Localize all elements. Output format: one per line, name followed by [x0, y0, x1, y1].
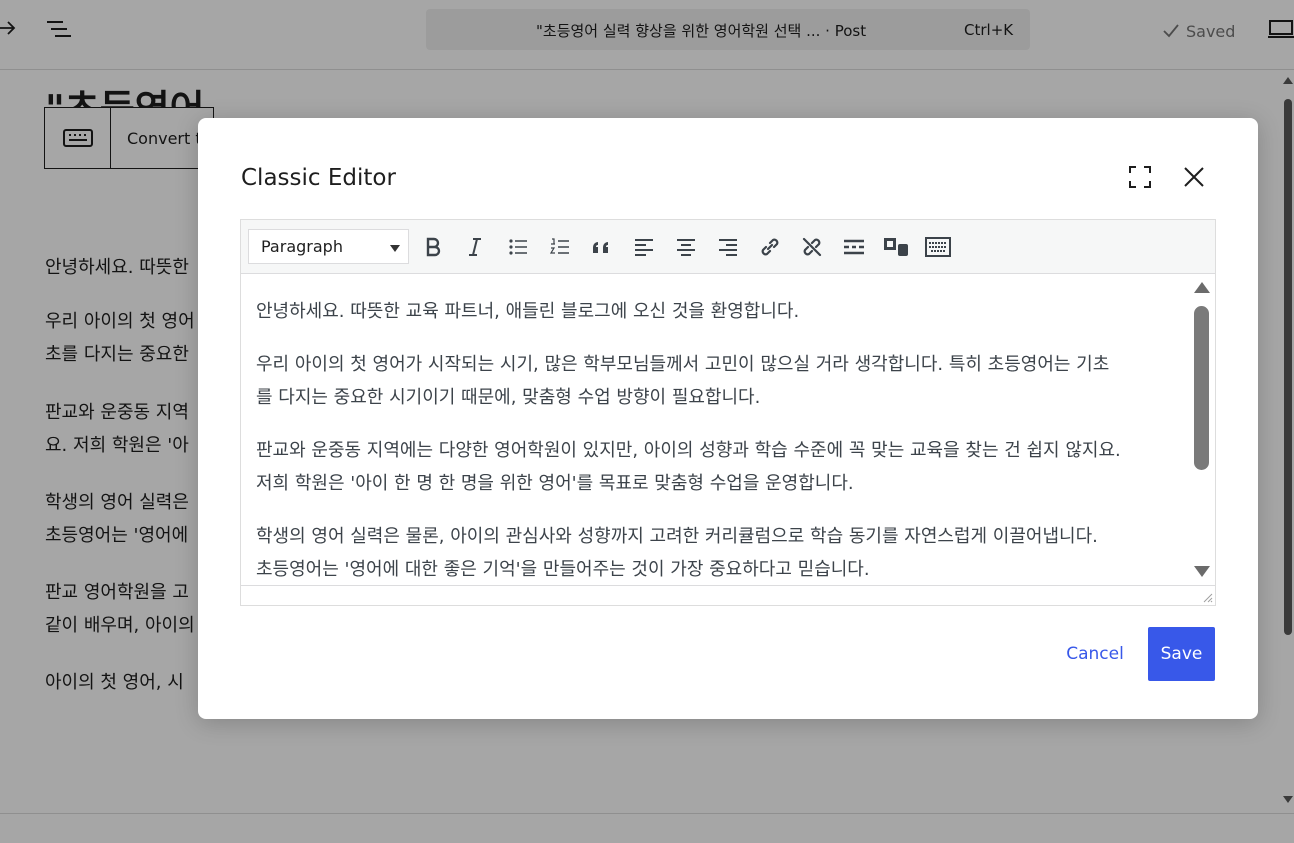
remove-link-button[interactable]	[797, 232, 827, 262]
content-paragraph: 우리 아이의 첫 영어가 시작되는 시기, 많은 학부모님들께서 고민이 많으실…	[256, 354, 1110, 408]
italic-icon	[469, 238, 481, 256]
align-center-button[interactable]	[671, 232, 701, 262]
align-center-icon	[677, 239, 695, 256]
cancel-button[interactable]: Cancel	[1058, 627, 1132, 681]
insert-link-button[interactable]	[755, 232, 785, 262]
format-select[interactable]: Paragraph	[248, 229, 409, 264]
unlink-icon	[802, 237, 822, 257]
content-paragraph: 학생의 영어 실력은 물론, 아이의 관심사와 성향까지 고려한 커리큘럼으로 …	[256, 526, 1098, 580]
editor-toolbar: Paragraph	[241, 220, 1215, 274]
bold-icon	[426, 237, 441, 257]
scroll-down-arrow[interactable]	[1194, 566, 1210, 577]
scrollbar-thumb[interactable]	[1194, 306, 1209, 470]
content-paragraph: 안녕하세요. 따뜻한 교육 파트너, 애들린 블로그에 오신 것을 환영합니다.	[256, 301, 800, 322]
numbered-list-icon	[550, 238, 569, 254]
bullet-list-button[interactable]	[503, 232, 533, 262]
editor-statusbar	[241, 585, 1215, 605]
toolbar-toggle-icon	[884, 238, 908, 256]
bold-button[interactable]	[418, 232, 448, 262]
align-left-button[interactable]	[629, 232, 659, 262]
fullscreen-button[interactable]	[1126, 163, 1154, 191]
close-icon	[1184, 167, 1204, 187]
save-button[interactable]: Save	[1148, 627, 1215, 681]
scroll-up-arrow[interactable]	[1194, 282, 1210, 293]
align-left-icon	[635, 239, 653, 256]
editor-content[interactable]: 안녕하세요. 따뜻한 교육 파트너, 애들린 블로그에 오신 것을 환영합니다.…	[241, 275, 1189, 585]
align-right-button[interactable]	[713, 232, 743, 262]
read-more-button[interactable]	[839, 232, 869, 262]
read-more-icon	[844, 239, 864, 255]
format-select-value: Paragraph	[261, 237, 343, 256]
numbered-list-button[interactable]	[545, 232, 575, 262]
blockquote-button[interactable]	[587, 232, 617, 262]
content-paragraph: 판교와 운중동 지역에는 다양한 영어학원이 있지만, 아이의 성향과 학습 수…	[256, 440, 1121, 494]
link-icon	[761, 238, 779, 256]
chevron-down-icon	[390, 245, 400, 252]
keyboard-shortcuts-button[interactable]	[923, 232, 953, 262]
quote-icon	[593, 242, 608, 253]
fullscreen-icon	[1129, 166, 1151, 188]
italic-button[interactable]	[460, 232, 490, 262]
keyboard-icon	[925, 237, 951, 257]
editor-scrollbar[interactable]	[1189, 275, 1215, 585]
tinymce-editor: Paragraph 안녕하세요. 따뜻한 교육 파트너, 애들린 블로그에 오신…	[240, 219, 1216, 606]
modal-title: Classic Editor	[241, 165, 396, 191]
bullet-list-icon	[509, 239, 527, 255]
resize-handle-icon[interactable]	[1201, 591, 1213, 603]
close-button[interactable]	[1179, 162, 1209, 192]
align-right-icon	[719, 239, 737, 256]
classic-editor-modal: Classic Editor Paragraph 안녕하세요. 따뜻한 교육 파…	[198, 118, 1258, 719]
toolbar-toggle-button[interactable]	[881, 232, 911, 262]
